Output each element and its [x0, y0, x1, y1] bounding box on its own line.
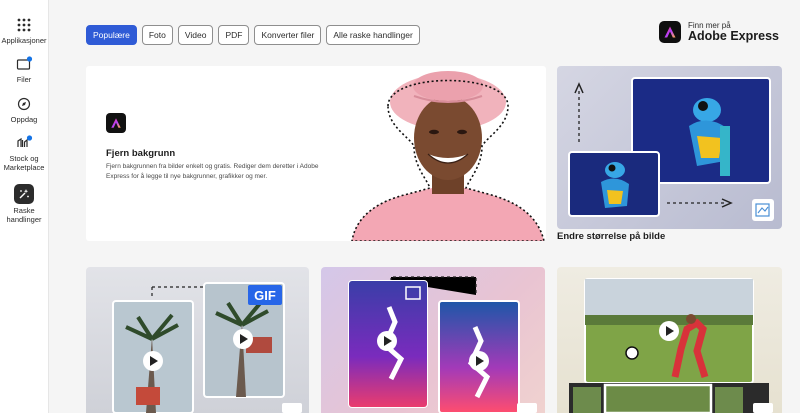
folder-icon [16, 56, 33, 70]
gif-illustration: GIF [112, 282, 302, 413]
adobe-express-logo [106, 113, 126, 133]
sidebar-item-label: Applikasjoner [1, 36, 47, 45]
sidebar-item-label: Filer [16, 75, 32, 84]
filter-all-quick-actions[interactable]: Alle raske handlinger [326, 25, 420, 45]
filter-photo[interactable]: Foto [141, 25, 173, 45]
grid-icon [17, 18, 31, 32]
sidebar-item-discover[interactable]: Oppdag [0, 95, 48, 125]
filter-bar: Populære Foto Video PDF Konverter filer … [86, 25, 420, 45]
sidebar-item-applications[interactable]: Applikasjoner [0, 16, 48, 46]
portrait-cutout-image [351, 71, 545, 241]
sidebar-item-label: Raske handlinger [6, 206, 42, 224]
sidebar-item-label: Oppdag [10, 115, 38, 124]
convert-to-gif-card[interactable]: GIF [86, 267, 309, 413]
remove-background-card[interactable]: Fjern bakgrunn Fjern bakgrunnen fra bild… [86, 66, 546, 241]
brand-text: Finn mer på Adobe Express [688, 21, 779, 43]
filter-pdf[interactable]: PDF [218, 25, 250, 45]
compass-icon [17, 97, 31, 111]
trim-illustration [569, 278, 773, 413]
stock-icon [17, 135, 33, 147]
resize-image-label: Endre størrelse på bilde [557, 231, 666, 242]
video-edit-card[interactable] [321, 267, 545, 413]
resize-illustration [568, 77, 774, 221]
sidebar-item-files[interactable]: Filer [0, 55, 48, 85]
brand-title: Adobe Express [687, 29, 779, 43]
sidebar-item-quick-actions[interactable]: Raske handlinger [0, 184, 48, 224]
adobe-express-link[interactable]: Finn mer på Adobe Express [658, 21, 779, 43]
filter-popular[interactable]: Populære [86, 25, 137, 45]
quick-actions-icon [14, 184, 34, 204]
gif-badge: GIF [254, 288, 276, 303]
adobe-express-logo [658, 21, 681, 43]
sidebar-item-stock-marketplace[interactable]: Stock og Marketplace [0, 134, 48, 172]
filter-video[interactable]: Video [177, 25, 214, 45]
resize-image-card[interactable] [557, 66, 782, 229]
card-description: Fjern bakgrunnen fra bilder enkelt og gr… [106, 163, 319, 180]
filter-convert-files[interactable]: Konverter filer [254, 25, 322, 45]
main-content: Populære Foto Video PDF Konverter filer … [49, 0, 800, 413]
trim-video-card[interactable] [557, 267, 782, 413]
left-sidebar: Applikasjoner Filer Oppdag Stock og Marke… [0, 0, 49, 413]
card-title: Fjern bakgrunn [106, 148, 176, 159]
video-illustration [348, 276, 537, 413]
sidebar-item-label: Stock og Marketplace [3, 154, 45, 172]
